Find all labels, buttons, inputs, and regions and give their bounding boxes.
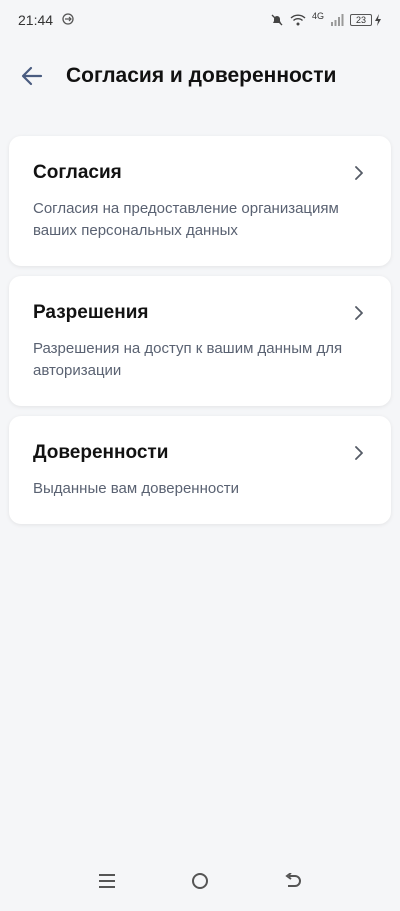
status-left: 21:44: [18, 12, 75, 29]
card-title: Разрешения: [33, 302, 149, 323]
battery-level: 23: [350, 14, 372, 26]
card-consents[interactable]: Согласия Согласия на предоставление орга…: [9, 136, 391, 266]
bell-off-icon: [270, 13, 284, 27]
menu-icon: [98, 874, 115, 888]
chevron-right-icon: [355, 446, 363, 460]
card-powers-of-attorney[interactable]: Доверенности Выданные вам доверенности: [9, 416, 391, 524]
nav-menu-button[interactable]: [87, 861, 127, 901]
home-circle-icon: [191, 873, 208, 889]
signal-icon: [330, 14, 344, 26]
card-title: Доверенности: [33, 442, 169, 463]
card-description: Согласия на предоставление организациям …: [33, 200, 339, 239]
back-button[interactable]: [10, 54, 54, 98]
nav-home-button[interactable]: [180, 861, 220, 901]
nav-back-button[interactable]: [273, 861, 313, 901]
card-permissions[interactable]: Разрешения Разрешения на доступ к вашим …: [9, 276, 391, 406]
system-nav-bar: [0, 851, 400, 911]
card-description: Выданные вам доверенности: [33, 480, 239, 497]
sync-icon: [61, 12, 75, 29]
charging-icon: [374, 14, 382, 26]
header: Согласия и доверенности: [0, 54, 400, 98]
wifi-icon: [290, 14, 306, 26]
card-description: Разрешения на доступ к вашим данным для …: [33, 340, 343, 379]
status-time: 21:44: [18, 12, 54, 28]
page-title: Согласия и доверенности: [66, 64, 337, 87]
screen: 21:44 4G 23 Согласия и доверенности Согл…: [0, 0, 400, 911]
chevron-right-icon: [355, 166, 363, 180]
card-title: Согласия: [33, 162, 122, 183]
battery: 23: [350, 14, 382, 26]
cards-list: Согласия Согласия на предоставление орга…: [9, 136, 391, 534]
back-icon: [285, 873, 302, 887]
arrow-left-icon: [21, 66, 43, 86]
status-bar: 21:44 4G 23: [0, 0, 400, 40]
network-label: 4G: [311, 11, 324, 21]
status-right: 4G 23: [270, 11, 382, 27]
chevron-right-icon: [355, 306, 363, 320]
